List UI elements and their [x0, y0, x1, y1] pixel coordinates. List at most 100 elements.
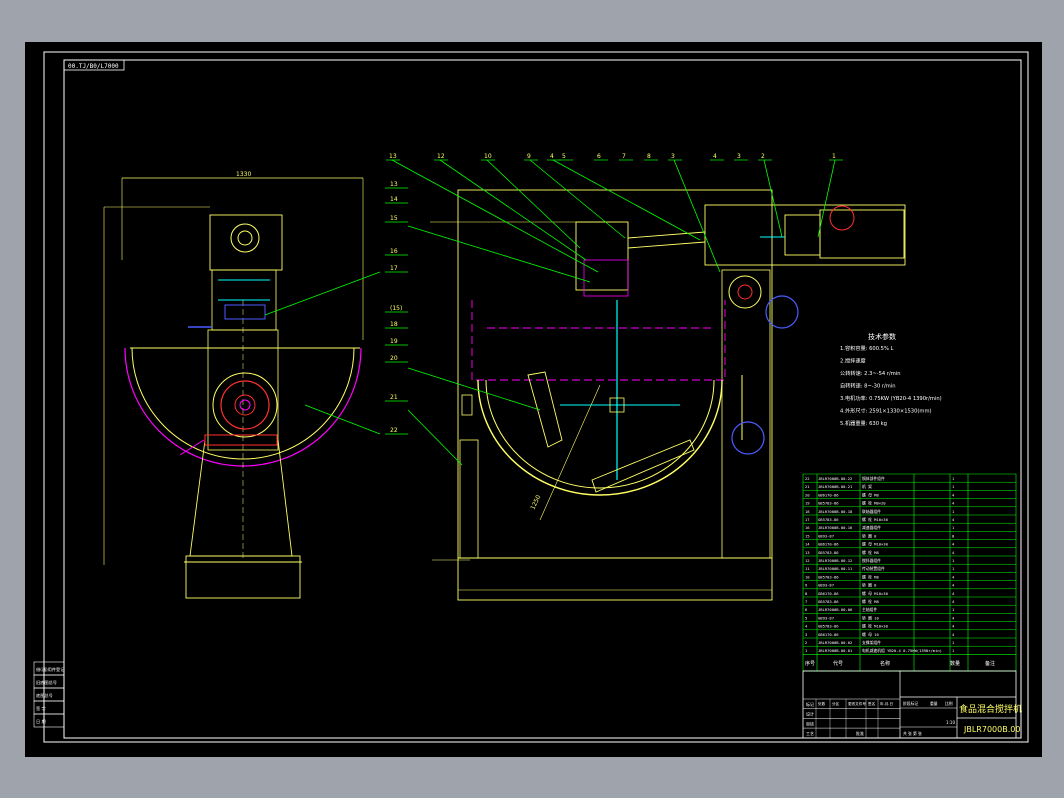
- bom-no: 18: [805, 509, 810, 514]
- bom-name: 支撑架组件: [862, 640, 881, 645]
- bom-code: JBLR7000B.00-16: [818, 525, 853, 530]
- approve-label: 批准: [856, 730, 864, 736]
- bom-name: 联轴器组件: [862, 509, 881, 514]
- bom-code: GB5783-86: [818, 574, 839, 579]
- balloon-label: 8: [647, 153, 651, 160]
- tech-spec-line: 公转转速: 2.3~-54 r/min: [840, 369, 901, 377]
- stage-label: 阶段标记: [903, 701, 918, 706]
- balloon-label: 7: [622, 153, 626, 160]
- bom-name: 传动装置组件: [862, 566, 885, 571]
- bom-no: 17: [805, 517, 810, 522]
- balloon-label: 12: [437, 153, 445, 160]
- overall-width-dim: 1330: [236, 171, 251, 178]
- bom-name: 锅体部件组件: [862, 476, 885, 481]
- bom-header-qty: 数量: [950, 660, 960, 667]
- weight-label: 重量: [930, 701, 938, 706]
- bom-code: GB5783-86: [818, 517, 839, 522]
- tech-spec-line: 2.搅拌速度: [840, 357, 866, 365]
- title-col-label: 处数: [818, 701, 826, 706]
- bom-name: 电机减速机组 YB20-4 0.75KW(1390r/min): [862, 648, 942, 653]
- bom-no: 13: [805, 550, 810, 555]
- title-row-label: 工艺: [806, 731, 814, 736]
- title-col-label: 年.月.日: [880, 701, 893, 706]
- drawing-number: JBLR7000B.00: [963, 725, 1020, 734]
- bom-header-name: 名称: [880, 660, 890, 667]
- balloon-label: 16: [390, 248, 398, 255]
- bom-name: 垫 圈 8: [862, 533, 877, 538]
- bom-name: 螺 栓 M8: [862, 599, 879, 604]
- bom-no: 12: [805, 558, 810, 563]
- bom-no: 19: [805, 501, 810, 506]
- balloon-label: 5: [562, 153, 566, 160]
- bom-name: 垫 圈 10: [862, 615, 879, 620]
- bom-name: 螺 栓 M10×30: [862, 624, 889, 629]
- bom-code: GB5783-86: [818, 624, 839, 629]
- scale-label: 比例: [945, 701, 953, 706]
- bom-code: JBLR7000B.00-22: [818, 476, 852, 481]
- tech-spec-line: 3.电机功率: 0.75KW (YB20-4 1390r/min): [840, 394, 942, 402]
- bom-code: JBLR7000B.00-18: [818, 509, 853, 514]
- balloon-label: 1: [832, 153, 836, 160]
- bom-code: GB6170-86: [818, 591, 839, 596]
- tech-spec-line: 自转转速: 8~-30 r/min: [840, 382, 896, 390]
- bom-code: JBLR7000B.00-02: [818, 640, 852, 645]
- title-col-label: 更改文件号: [848, 701, 866, 706]
- bom-name: 搅拌器组件: [862, 558, 881, 563]
- bom-code: GB6170-86: [818, 632, 839, 637]
- sheet-count: 共 张 第 张: [903, 731, 922, 736]
- bom-code: GB6170-86: [818, 492, 839, 497]
- tech-spec-title: 技术参数: [868, 332, 896, 341]
- bom-name: 螺 母 M8: [862, 492, 879, 497]
- left-strip-cell: 借(通)用件登记: [36, 666, 65, 673]
- tech-spec-line: 1.容积容量: 600.5% L: [840, 344, 894, 352]
- bom-no: 16: [805, 525, 810, 530]
- balloon-label: 13: [390, 181, 398, 188]
- balloon-label: (15): [390, 305, 402, 312]
- title-row-label: 审核: [806, 720, 814, 726]
- product-name: 食品混合搅拌机: [959, 703, 1022, 715]
- balloon-label: 2: [761, 153, 765, 160]
- bom-name: 螺 母 M10×30: [862, 542, 889, 547]
- balloon-label: 22: [390, 427, 398, 434]
- bom-name: 螺 母 10: [862, 632, 879, 637]
- scale-value: 1:10: [946, 720, 955, 725]
- bom-no: 5: [805, 615, 807, 620]
- bom-no: 20: [805, 492, 810, 497]
- bom-no: 3: [805, 632, 807, 637]
- bom-code: GB6170-86: [818, 542, 839, 547]
- bom-name: 螺 栓 M8: [862, 550, 879, 555]
- bom-code: JBLR7000B.00-06: [818, 607, 853, 612]
- bom-name: 机 架: [862, 484, 872, 489]
- bom-name: 减速器组件: [862, 525, 881, 530]
- bom-name: 垫 圈 8: [862, 583, 877, 588]
- bom-code: GB93-87: [818, 533, 834, 538]
- bom-name: 主轴组件: [862, 607, 877, 612]
- balloon-label: 3: [671, 153, 675, 160]
- balloon-label: 18: [390, 321, 398, 328]
- bom-name: 螺 母 M10×30: [862, 591, 889, 596]
- bom-code: JBLR7000B.00-12: [818, 558, 852, 563]
- balloon-label: 14: [390, 196, 398, 203]
- bom-no: 10: [805, 574, 810, 579]
- bom-code: GB5783-86: [818, 550, 839, 555]
- bom-header-no: 序号: [805, 660, 815, 667]
- left-strip-cell: 签 字: [36, 705, 46, 711]
- title-row-label: 标记: [806, 701, 814, 707]
- bom-no: 22: [805, 476, 810, 481]
- left-strip-cell: 底图总号: [36, 692, 53, 699]
- bom-code: GB5783-86: [818, 599, 839, 604]
- bom-code: GB93-87: [818, 583, 834, 588]
- bom-no: 21: [805, 484, 810, 489]
- bom-no: 14: [805, 542, 810, 547]
- balloon-label: 17: [390, 265, 398, 272]
- balloon-label: 4: [713, 153, 717, 160]
- bom-name: 螺 栓 M8: [862, 574, 879, 579]
- balloon-label: 13: [389, 153, 397, 160]
- balloon-label: 3: [737, 153, 741, 160]
- balloon-label: 21: [390, 394, 398, 401]
- code-stamp-text: 00.TJ/B0/L7000: [68, 63, 119, 70]
- bom-header-note: 备注: [985, 660, 995, 667]
- bom-header-code: 代号: [833, 660, 843, 667]
- bom-code: JBLR7000B.00-11: [818, 566, 853, 571]
- cad-drawing: 00.TJ/B0/L7000 借(通)用件登记旧底图总号底图总号签 字日 期 1…: [25, 42, 1042, 757]
